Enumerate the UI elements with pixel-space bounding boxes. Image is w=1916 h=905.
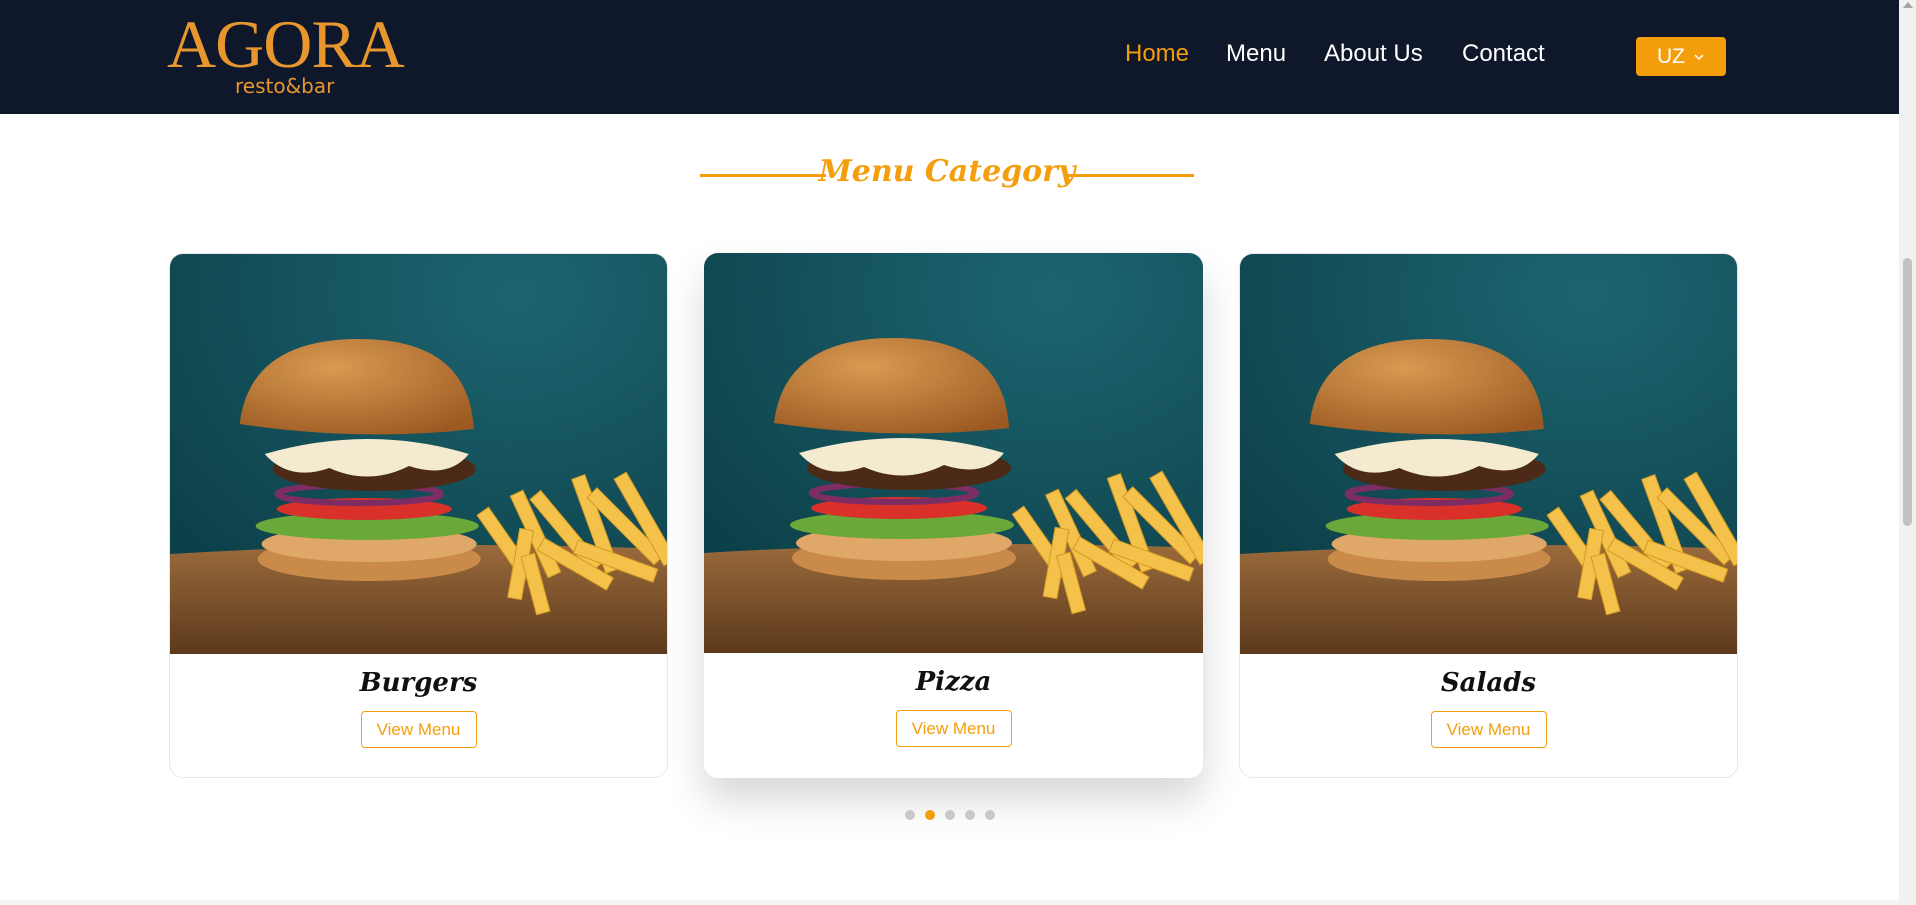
nav-menu[interactable]: Menu [1226,42,1286,66]
category-card-salads[interactable]: Salads View Menu [1239,253,1738,778]
carousel-dot-5[interactable] [985,810,995,820]
carousel-dot-4[interactable] [965,810,975,820]
nav-contact[interactable]: Contact [1462,42,1545,66]
site-header: AGORA resto&bar Home Menu About Us Conta… [0,0,1899,114]
section-heading: Menu Category [700,150,1194,200]
category-card-pizza[interactable]: Pizza View Menu [704,253,1203,778]
page-scrollbar[interactable] [1899,0,1916,905]
scroll-up-arrow-icon[interactable] [1903,2,1913,8]
burger-and-fries-photo [1240,254,1737,654]
view-menu-button[interactable]: View Menu [895,710,1012,747]
language-select[interactable]: UZ [1636,37,1726,76]
category-card-burgers[interactable]: Burgers View Menu [169,253,668,778]
burger-and-fries-photo [704,253,1203,653]
carousel-dot-2[interactable] [925,810,935,820]
language-label: UZ [1657,44,1685,68]
nav-about-us[interactable]: About Us [1324,42,1423,66]
scrollbar-thumb[interactable] [1903,258,1912,526]
category-title: Pizza [915,667,992,697]
category-title: Salads [1440,668,1537,698]
view-menu-button[interactable]: View Menu [360,711,477,748]
view-menu-button[interactable]: View Menu [1430,711,1547,748]
logo-subtitle: resto&bar [235,74,335,98]
burger-and-fries-photo [170,254,667,654]
carousel-dot-3[interactable] [945,810,955,820]
footer-edge [0,900,1899,905]
carousel-dot-1[interactable] [905,810,915,820]
chevron-down-icon [1694,53,1704,60]
nav-home[interactable]: Home [1125,42,1189,66]
site-logo[interactable]: AGORA resto&bar [167,8,419,102]
logo-name: AGORA [167,6,405,82]
section-title: Menu Category [818,154,1076,189]
title-divider-right [1068,174,1194,177]
category-title: Burgers [359,668,478,698]
